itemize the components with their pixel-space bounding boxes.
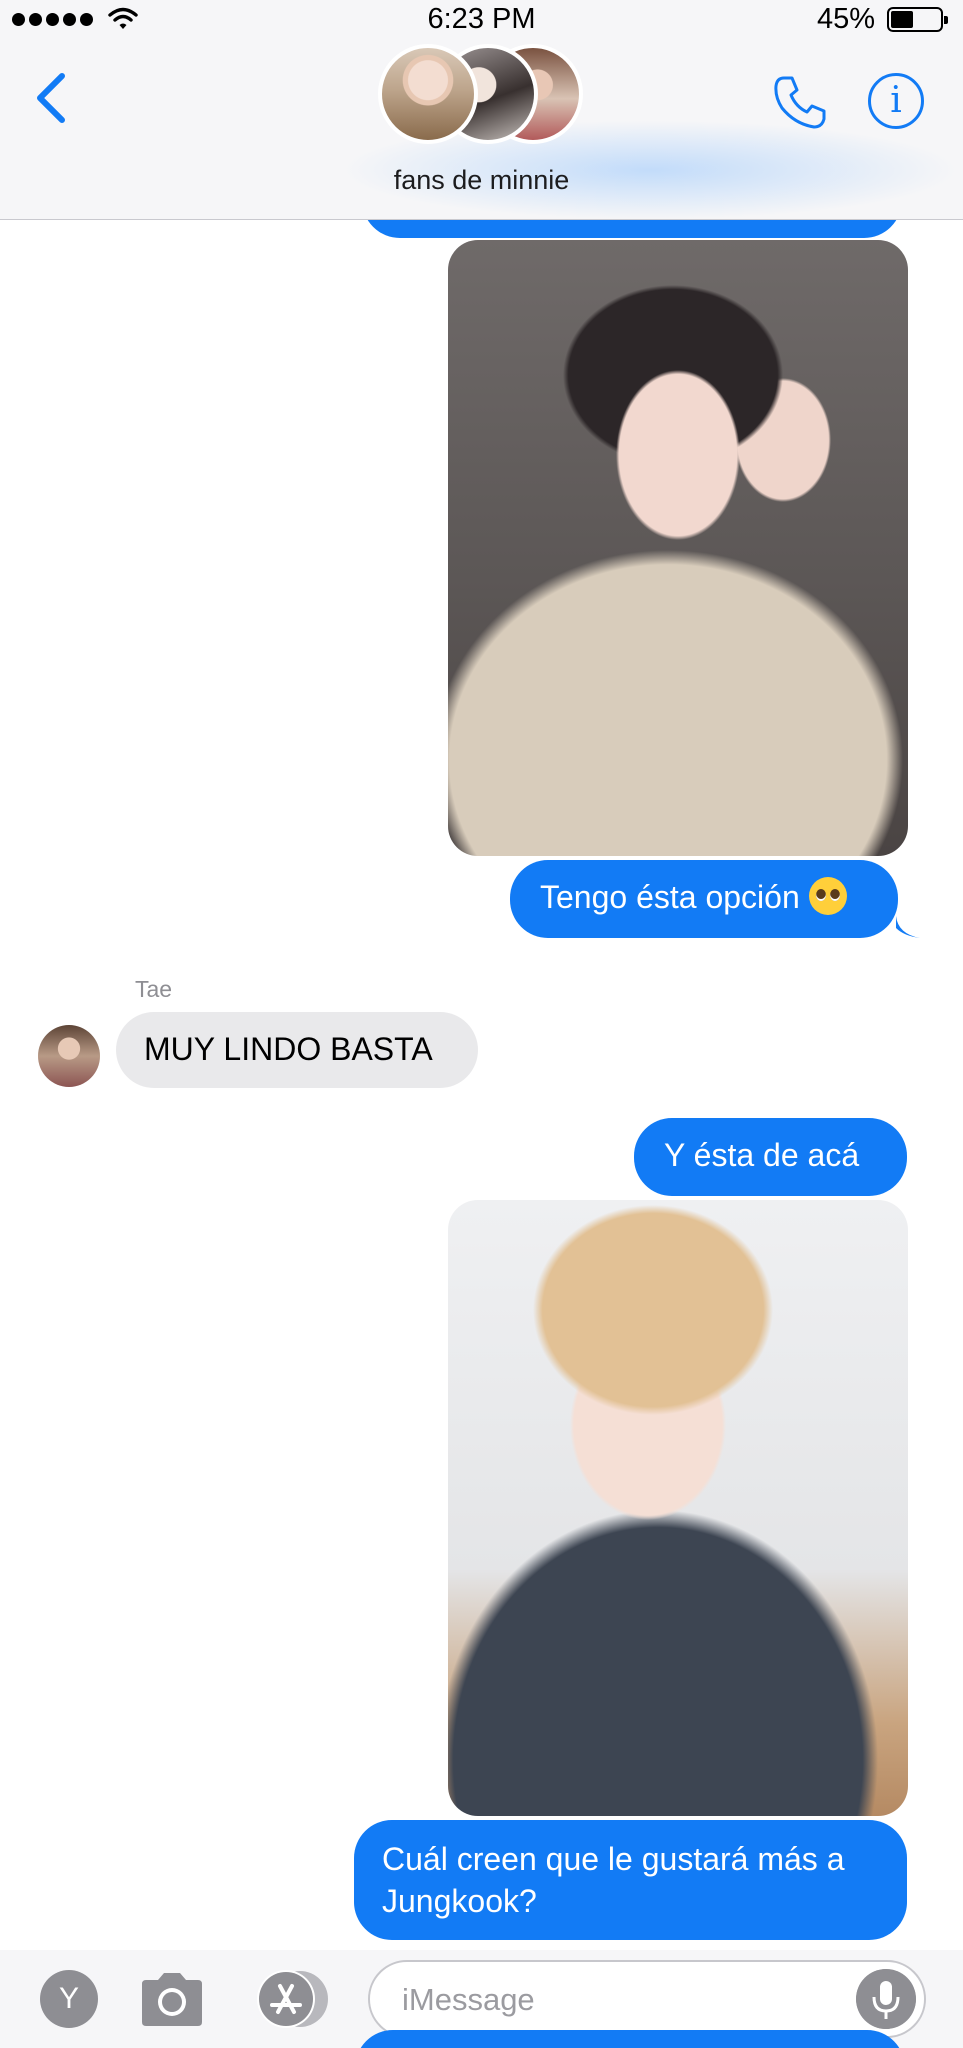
avatar bbox=[378, 44, 478, 144]
message-text: Tengo ésta opción bbox=[540, 879, 800, 915]
imessage-input[interactable] bbox=[402, 1972, 822, 2028]
camera-icon[interactable] bbox=[138, 1970, 206, 2028]
bubble-tail bbox=[896, 916, 920, 938]
info-icon[interactable]: i bbox=[868, 73, 924, 129]
chevron-left-icon[interactable] bbox=[32, 70, 72, 126]
sender-name: Tae bbox=[135, 976, 173, 1002]
message-bubble-outgoing[interactable]: Cuál creen que le gustará más a Jungkook… bbox=[354, 1820, 907, 1940]
message-input-field[interactable] bbox=[368, 1960, 926, 2038]
message-text-line: Cuál creen que le gustará más a bbox=[382, 1841, 845, 1877]
message-text: Y ésta de acá bbox=[664, 1137, 860, 1173]
image-message[interactable] bbox=[448, 240, 908, 856]
conversation-title[interactable]: fans de minnie bbox=[0, 165, 963, 196]
message-bubble-outgoing[interactable]: Tengo ésta opción bbox=[510, 860, 898, 938]
apps-button[interactable]: Y bbox=[40, 1970, 98, 2028]
avatar[interactable] bbox=[38, 1025, 100, 1087]
battery-percentage: 45% bbox=[816, 3, 875, 35]
microphone-icon[interactable] bbox=[856, 1969, 916, 2029]
status-bar: 6:23 PM 45% bbox=[0, 0, 963, 40]
message-bubble-partial bbox=[355, 2030, 905, 2048]
image-message[interactable] bbox=[448, 1200, 908, 1816]
app-store-icon[interactable] bbox=[250, 1968, 334, 2030]
message-text: MUY LINDO BASTA bbox=[144, 1031, 433, 1067]
group-avatar-stack[interactable] bbox=[378, 40, 583, 148]
phone-icon[interactable] bbox=[770, 72, 830, 132]
message-bubble-incoming[interactable]: MUY LINDO BASTA bbox=[116, 1012, 478, 1088]
pleading-face-emoji-icon bbox=[808, 877, 847, 915]
battery-icon bbox=[887, 7, 948, 32]
message-bubble-outgoing[interactable]: Y ésta de acá bbox=[634, 1118, 907, 1196]
message-text-line: Jungkook? bbox=[382, 1883, 537, 1919]
